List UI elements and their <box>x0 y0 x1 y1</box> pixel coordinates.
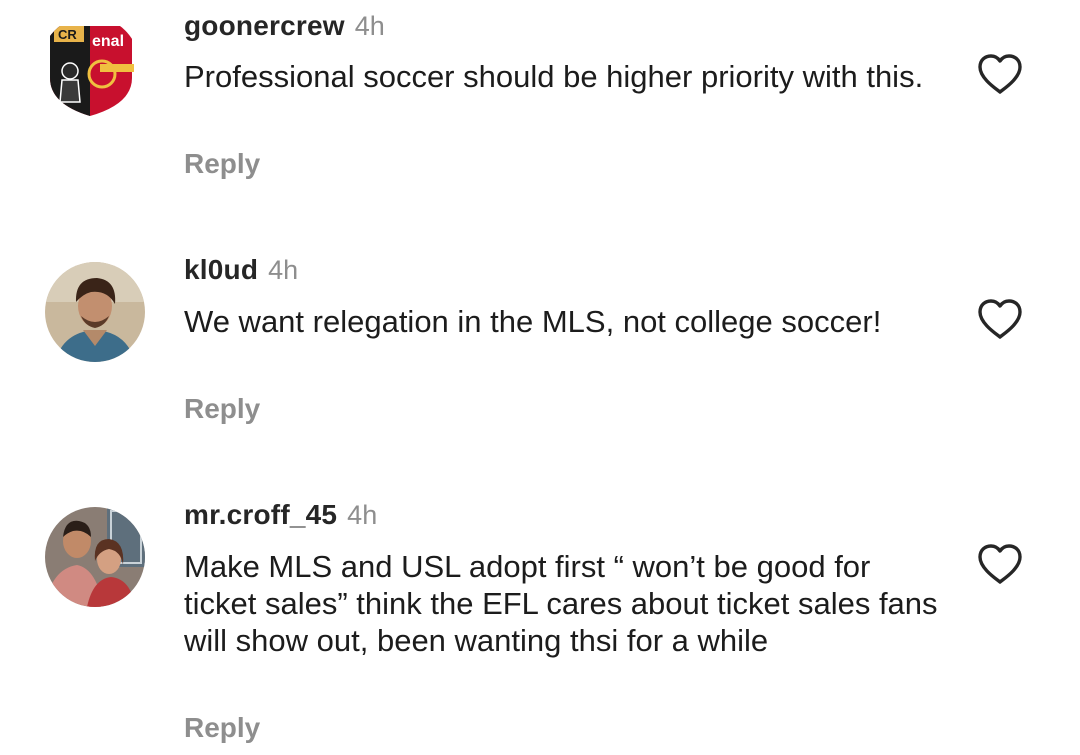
avatar[interactable] <box>45 507 145 607</box>
reply-button[interactable]: Reply <box>184 710 260 746</box>
comment-text: Make MLS and USL adopt first “ won’t be … <box>184 549 938 658</box>
arsenal-crest-icon: CR enal <box>40 16 140 116</box>
timestamp: 4h <box>347 500 378 530</box>
heart-outline-icon <box>978 299 1022 339</box>
comment-meta: goonercrew 4h <box>184 8 385 44</box>
svg-text:CR: CR <box>58 27 77 42</box>
couple-photo-avatar-icon <box>45 507 145 607</box>
reply-button[interactable]: Reply <box>184 391 260 427</box>
timestamp: 4h <box>268 255 299 285</box>
username[interactable]: mr.croff_45 <box>184 499 337 530</box>
username[interactable]: kl0ud <box>184 254 258 285</box>
like-button[interactable] <box>976 542 1024 586</box>
avatar[interactable] <box>45 262 145 362</box>
username[interactable]: goonercrew <box>184 10 345 41</box>
like-button[interactable] <box>976 52 1024 96</box>
comment-meta: mr.croff_45 4h <box>184 497 377 533</box>
reply-button[interactable]: Reply <box>184 146 260 182</box>
comment-meta: kl0ud 4h <box>184 252 298 288</box>
comment-text: We want relegation in the MLS, not colle… <box>184 304 882 339</box>
like-button[interactable] <box>976 297 1024 341</box>
timestamp: 4h <box>354 11 385 41</box>
portrait-avatar-icon <box>45 262 145 362</box>
comment-text: Professional soccer should be higher pri… <box>184 59 924 94</box>
avatar[interactable]: CR enal <box>40 16 140 116</box>
svg-text:enal: enal <box>92 33 124 50</box>
heart-outline-icon <box>978 54 1022 94</box>
heart-outline-icon <box>978 544 1022 584</box>
